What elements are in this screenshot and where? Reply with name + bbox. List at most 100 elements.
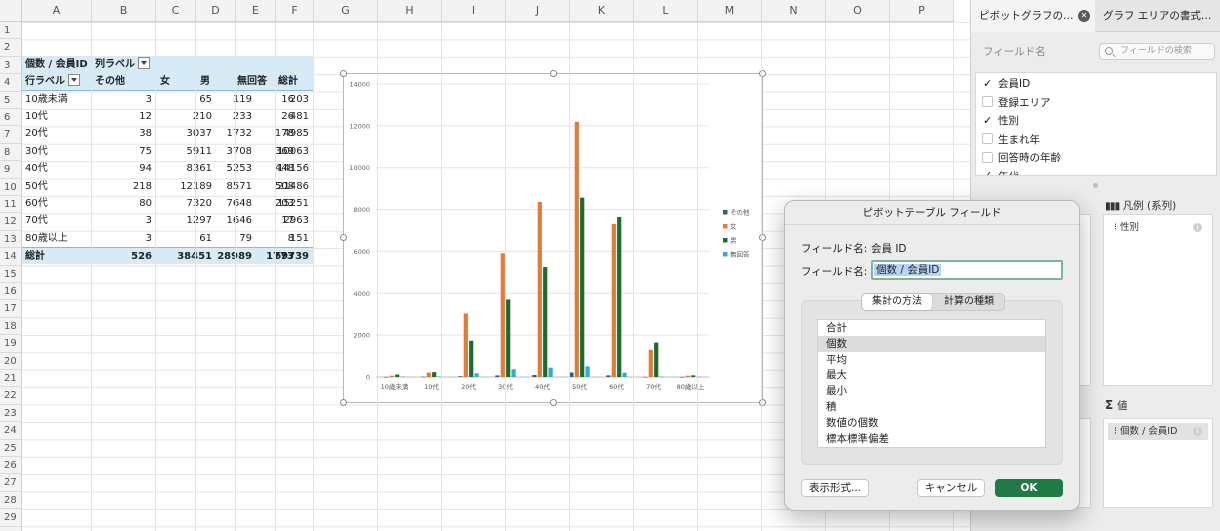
pivot-total-cell[interactable]: 38451 [156, 248, 216, 265]
pivot-total-cell[interactable]: 526 [92, 248, 156, 265]
pivot-value-cell[interactable]: 1646 [216, 212, 256, 229]
checked-checkbox-icon[interactable]: ✓ [982, 115, 993, 126]
resize-handle-top[interactable] [550, 70, 557, 77]
field-list[interactable]: ✓ 会員ID 登録エリア ✓ 性別生まれ年回答時の年齢 ✓ 年代 [975, 72, 1217, 176]
pivot-value-cell[interactable]: 15251 [274, 195, 313, 212]
pivot-value-cell[interactable]: 3708 [216, 143, 256, 160]
function-list[interactable]: 合計 個数 平均 最大 最小積数値の個数 標本標準偏差 [817, 319, 1046, 448]
row-header[interactable]: 15 [0, 265, 22, 283]
checked-checkbox-icon[interactable]: ✓ [982, 78, 993, 89]
column-header[interactable]: B [92, 0, 156, 22]
row-header[interactable]: 27 [0, 474, 22, 492]
column-header[interactable]: A [22, 0, 92, 22]
column-header[interactable]: J [506, 0, 570, 22]
pivot-value-cell[interactable]: 8361 [156, 160, 216, 177]
column-header[interactable]: O [826, 0, 890, 22]
pivot-value-cell[interactable]: 80 [92, 195, 156, 212]
row-header[interactable]: 8 [0, 143, 22, 162]
pivot-row-label-cell[interactable]: 10歳未満 [22, 91, 92, 108]
resize-handle-top-left[interactable] [340, 70, 347, 77]
column-header[interactable]: E [236, 0, 276, 22]
column-header[interactable]: K [570, 0, 634, 22]
column-header[interactable]: F [276, 0, 314, 22]
function-option[interactable]: 標本標準偏差 [818, 431, 1045, 447]
row-header[interactable]: 12 [0, 213, 22, 231]
row-header[interactable]: 22 [0, 387, 22, 405]
row-header[interactable]: 6 [0, 109, 22, 127]
pivot-total-label[interactable]: 総計 [22, 248, 92, 265]
row-header[interactable]: 21 [0, 370, 22, 388]
column-header[interactable]: P [890, 0, 954, 22]
pivot-value-cell[interactable]: 79 [216, 230, 256, 247]
pivot-value-cell[interactable]: 1732 [216, 125, 256, 142]
pivot-col-header[interactable]: その他 [92, 73, 154, 90]
row-header[interactable]: 7 [0, 126, 22, 144]
pivot-value-cell[interactable]: 12 [92, 108, 156, 125]
pivot-value-cell[interactable]: 61 [156, 230, 216, 247]
pivot-value-cell[interactable]: 21486 [274, 178, 313, 195]
pivot-col-header[interactable]: 無回答 [234, 73, 279, 90]
close-pane-icon[interactable]: ✕ [1078, 10, 1090, 22]
row-header[interactable]: 14 [0, 248, 22, 266]
row-header[interactable]: 23 [0, 404, 22, 423]
pivot-value-cell[interactable]: 10063 [274, 143, 313, 160]
pivot-value-cell[interactable]: 1297 [156, 212, 216, 229]
pivot-value-cell[interactable]: 3 [92, 230, 156, 247]
checkbox-icon[interactable] [982, 96, 993, 107]
pivot-table[interactable]: 個数 / 会員ID 列ラベル 行ラベル その他 女 男 無回答 総計 10歳未満… [22, 55, 313, 265]
row-header[interactable]: 4 [0, 74, 22, 92]
pivot-value-cell[interactable]: 4985 [274, 125, 313, 142]
pivot-row-label-cell[interactable]: 60代 [22, 195, 92, 212]
pivot-value-cell[interactable]: 203 [274, 91, 313, 108]
pivot-value-cell[interactable]: 8571 [216, 178, 256, 195]
row-header[interactable]: 20 [0, 352, 22, 370]
pivot-value-cell[interactable]: 5253 [216, 160, 256, 177]
row-header[interactable]: 16 [0, 283, 22, 301]
pivot-col-header[interactable]: 総計 [275, 73, 313, 90]
tab-chart-area-format[interactable]: グラフ エリアの書式… [1095, 0, 1220, 32]
row-header[interactable]: 30 [0, 526, 22, 531]
column-filter-icon[interactable] [138, 56, 150, 69]
values-area[interactable]: ⁝ 個数 / 会員ID i [1103, 418, 1213, 508]
row-header[interactable]: 2 [0, 39, 22, 57]
row-header[interactable]: 9 [0, 161, 22, 179]
function-option[interactable]: 数値の個数 [818, 415, 1045, 431]
legend-area-field[interactable]: ⁝ 性別 i [1108, 219, 1208, 236]
column-header[interactable]: L [634, 0, 698, 22]
checkbox-icon[interactable] [982, 151, 993, 163]
row-header[interactable]: 11 [0, 196, 22, 214]
checkbox-icon[interactable] [982, 133, 993, 144]
pivot-value-cell[interactable]: 65 [156, 91, 216, 108]
field-item[interactable]: ✓ 会員ID [982, 75, 1030, 93]
pivot-value-cell[interactable]: 3 [92, 212, 156, 229]
row-header[interactable]: 19 [0, 335, 22, 353]
pivot-row-label-cell[interactable]: 70代 [22, 212, 92, 229]
column-header[interactable]: N [762, 0, 826, 22]
pivot-row-label-cell[interactable]: 20代 [22, 125, 92, 142]
field-item[interactable]: ✓ 性別 [982, 112, 1019, 130]
row-header[interactable]: 10 [0, 178, 22, 196]
pivot-total-cell[interactable]: 69739 [274, 248, 313, 265]
pivot-value-cell[interactable]: 75 [92, 143, 156, 160]
tab-show-values-as[interactable]: 計算の種類 [934, 294, 1004, 310]
pivot-value-cell[interactable]: 7648 [216, 195, 256, 212]
row-header[interactable]: 3 [0, 56, 22, 75]
row-header[interactable]: 18 [0, 317, 22, 336]
field-search-input[interactable]: フィールドの検索 [1099, 43, 1215, 60]
row-header[interactable]: 24 [0, 422, 22, 440]
splitter-handle[interactable] [1093, 183, 1098, 188]
row-header[interactable]: 28 [0, 491, 22, 510]
pivot-value-cell[interactable]: 3 [92, 91, 156, 108]
tab-summarize-by[interactable]: 集計の方法 [862, 294, 932, 310]
values-area-field[interactable]: ⁝ 個数 / 会員ID i [1108, 423, 1208, 440]
function-option[interactable]: 合計 [818, 320, 1045, 336]
pivot-value-cell[interactable]: 7320 [156, 195, 216, 212]
pivot-row-label-cell[interactable]: 10代 [22, 108, 92, 125]
row-filter-icon[interactable] [68, 74, 80, 87]
pivot-row-label-cell[interactable]: 30代 [22, 143, 92, 160]
row-header[interactable]: 25 [0, 439, 22, 457]
select-all-corner[interactable] [0, 0, 22, 22]
legend-series-area[interactable]: ⁝ 性別 i [1103, 214, 1213, 386]
pivot-column-label[interactable]: 列ラベル [92, 56, 162, 73]
pivot-value-cell[interactable]: 3037 [156, 125, 216, 142]
